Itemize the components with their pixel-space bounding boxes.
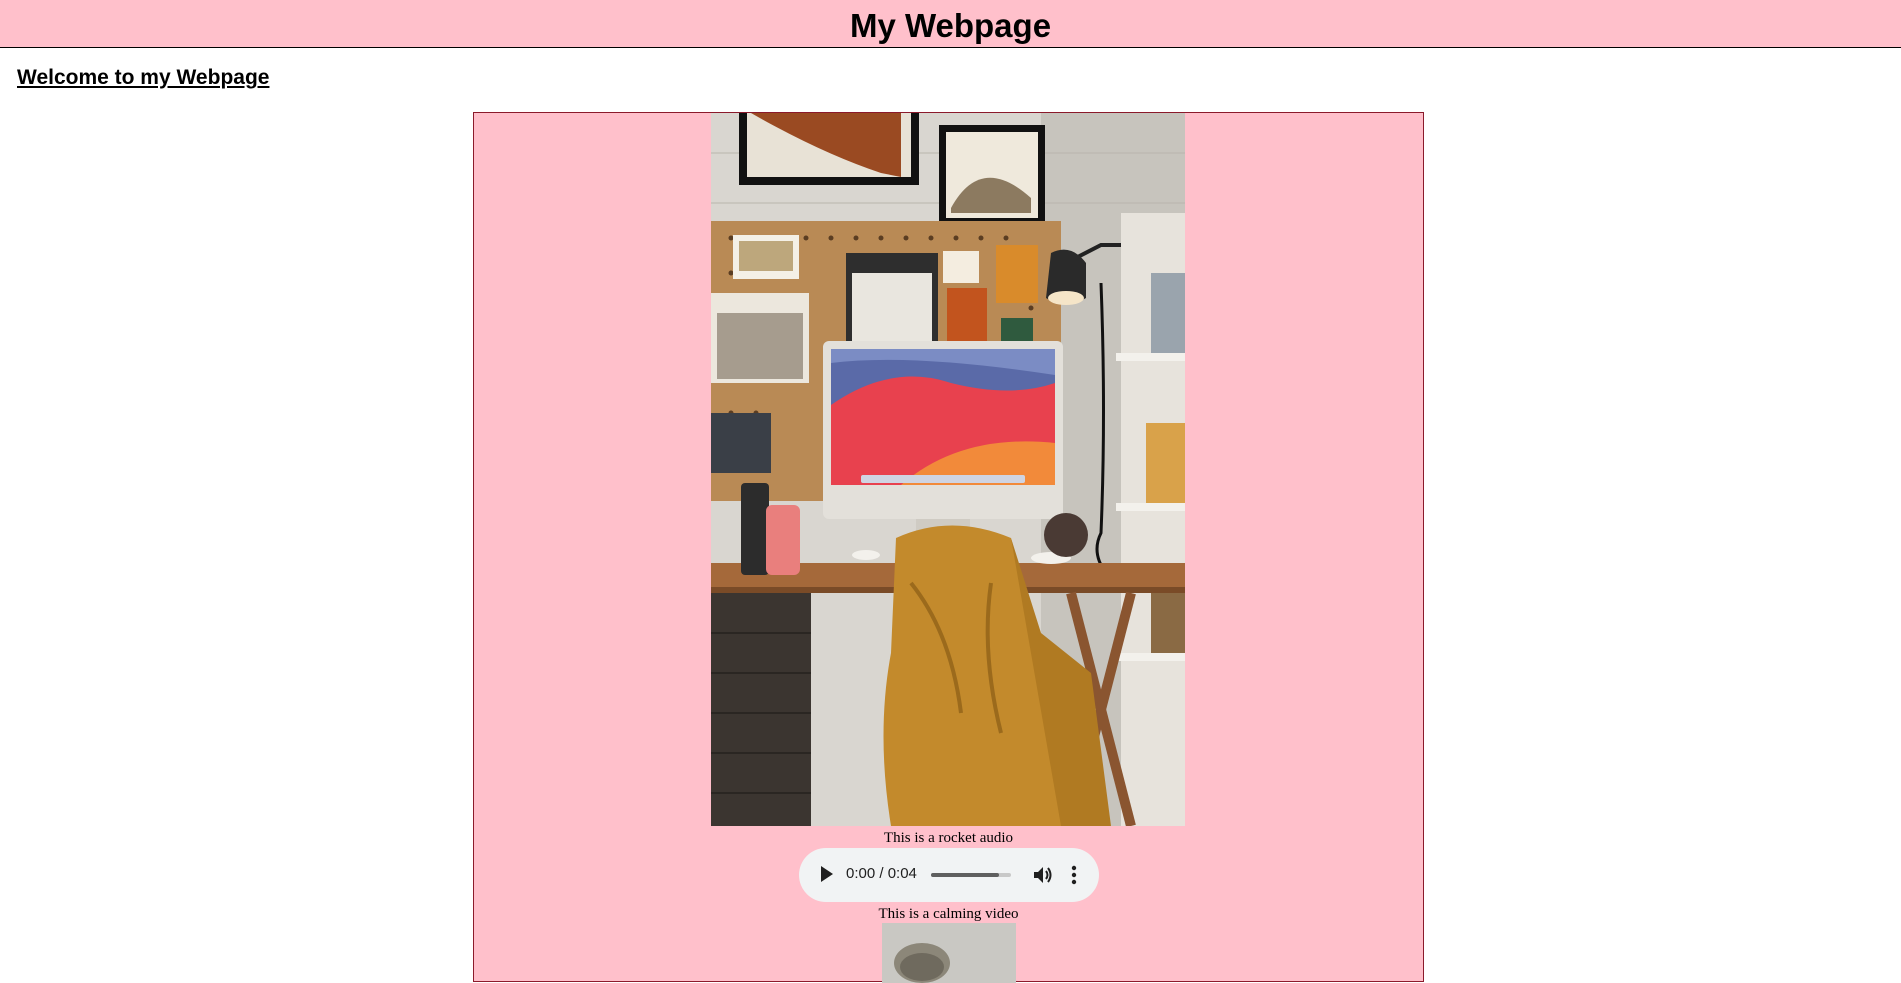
volume-icon[interactable]: [1033, 866, 1053, 884]
page-header: My Webpage: [0, 0, 1901, 48]
audio-caption: This is a rocket audio: [883, 830, 1014, 846]
video-caption: This is a calming video: [878, 906, 1019, 922]
desk-photo: [711, 113, 1185, 826]
media-container: This is a rocket audio 0:00 / 0:04 This …: [473, 112, 1424, 983]
page-title: My Webpage: [849, 7, 1052, 44]
video-thumbnail-graphic: [882, 923, 1016, 983]
audio-time-display: 0:00 / 0:04: [846, 865, 917, 882]
audio-progress-fill: [931, 873, 999, 877]
audio-progress-slider[interactable]: [931, 873, 1011, 877]
audio-player[interactable]: 0:00 / 0:04: [799, 848, 1099, 902]
play-icon[interactable]: [821, 866, 833, 882]
more-options-icon[interactable]: [1071, 865, 1077, 885]
video-player[interactable]: [882, 923, 1016, 983]
desk-photo-graphic: [711, 113, 1185, 826]
welcome-heading: Welcome to my Webpage: [17, 66, 270, 89]
